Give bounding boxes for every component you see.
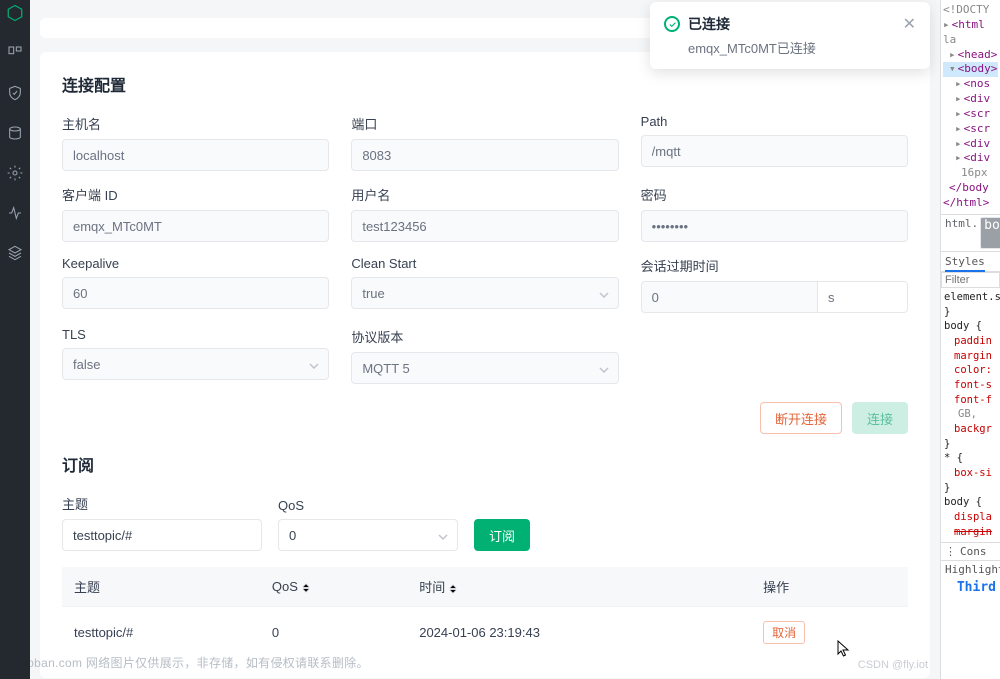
layers-icon[interactable]: [6, 244, 24, 262]
session-exp-input[interactable]: [641, 281, 818, 313]
password-label: 密码: [641, 185, 908, 204]
devtools-styles-tab[interactable]: Styles: [941, 251, 1000, 272]
clean-start-label: Clean Start: [351, 256, 618, 271]
sort-icon[interactable]: [302, 583, 310, 593]
client-id-label: 客户端 ID: [62, 185, 329, 204]
session-exp-label: 会话过期时间: [641, 256, 908, 275]
watermark-text: toymoban.com 网络图片仅供展示，非存储，如有侵权请联系删除。: [30, 654, 369, 671]
qos-label: QoS: [278, 498, 458, 513]
success-icon: [664, 16, 680, 32]
devtools-footer[interactable]: ⋮Cons: [941, 542, 1000, 560]
host-input[interactable]: [62, 139, 329, 171]
cell-topic: testtopic/#: [62, 607, 260, 659]
username-label: 用户名: [351, 185, 618, 204]
subscriptions-table: 主题 QoS 时间 操作 testtopic/# 0 2024-01-06 23…: [62, 567, 908, 658]
tls-label: TLS: [62, 327, 329, 342]
path-input[interactable]: [641, 135, 908, 167]
close-icon[interactable]: ✕: [903, 14, 916, 34]
path-label: Path: [641, 114, 908, 129]
proto-label: 协议版本: [351, 327, 618, 346]
cell-qos: 0: [260, 607, 407, 659]
connection-section-title: 连接配置: [62, 72, 908, 96]
watermark-right: CSDN @fly.iot: [858, 659, 928, 671]
shield-icon[interactable]: [6, 84, 24, 102]
port-input[interactable]: [351, 139, 618, 171]
tls-select[interactable]: [62, 348, 329, 380]
main-content: 已连接 ✕ emqx_MTc0MT已连接 连接配置 主机名 端口 Path 客户…: [30, 0, 940, 679]
keepalive-label: Keepalive: [62, 256, 329, 271]
keepalive-input[interactable]: [62, 277, 329, 309]
clean-start-select[interactable]: [351, 277, 618, 309]
left-sidebar: [0, 0, 30, 679]
subscribe-button[interactable]: 订阅: [474, 519, 530, 551]
session-exp-unit: s: [818, 281, 908, 313]
disconnect-button[interactable]: 断开连接: [760, 402, 842, 434]
password-input[interactable]: [641, 210, 908, 242]
port-label: 端口: [351, 114, 618, 133]
proto-select[interactable]: [351, 352, 618, 384]
topic-input[interactable]: [62, 519, 262, 551]
username-input[interactable]: [351, 210, 618, 242]
toast-notification: 已连接 ✕ emqx_MTc0MT已连接: [650, 2, 930, 69]
cell-time: 2024-01-06 23:19:43: [407, 607, 751, 659]
dashboard-icon[interactable]: [6, 44, 24, 62]
col-topic[interactable]: 主题: [62, 567, 260, 607]
gear-icon[interactable]: [6, 164, 24, 182]
subscribe-section-title: 订阅: [62, 452, 908, 476]
toast-message: emqx_MTc0MT已连接: [688, 38, 916, 57]
qos-select[interactable]: [278, 519, 458, 551]
devtools-dom-tree[interactable]: <!DOCTY <html la <head> <body> <nos <div…: [941, 0, 1000, 214]
host-label: 主机名: [62, 114, 329, 133]
devtools-filter-input[interactable]: [941, 272, 1000, 288]
col-op: 操作: [751, 567, 908, 607]
col-time[interactable]: 时间: [407, 567, 751, 607]
devtools-panel: <!DOCTY <html la <head> <body> <nos <div…: [940, 0, 1000, 679]
client-id-input[interactable]: [62, 210, 329, 242]
connect-button[interactable]: 连接: [852, 402, 908, 434]
disk-icon[interactable]: [6, 124, 24, 142]
toast-title: 已连接: [688, 14, 895, 34]
devtools-third: Third: [941, 578, 1000, 597]
topic-label: 主题: [62, 494, 262, 513]
activity-icon[interactable]: [6, 204, 24, 222]
sort-icon[interactable]: [449, 584, 457, 594]
devtools-breadcrumb[interactable]: html.bo: [941, 214, 1000, 251]
table-row: testtopic/# 0 2024-01-06 23:19:43 取消: [62, 607, 908, 659]
cursor-icon: [837, 640, 851, 658]
connection-config-card: 连接配置 主机名 端口 Path 客户端 ID 用户名 密码 Keepalive…: [40, 52, 930, 678]
cancel-button[interactable]: 取消: [763, 621, 805, 644]
devtools-rules[interactable]: element.s } body { paddin margin color: …: [941, 288, 1000, 542]
col-qos[interactable]: QoS: [260, 567, 407, 607]
logo-icon[interactable]: [6, 4, 24, 22]
